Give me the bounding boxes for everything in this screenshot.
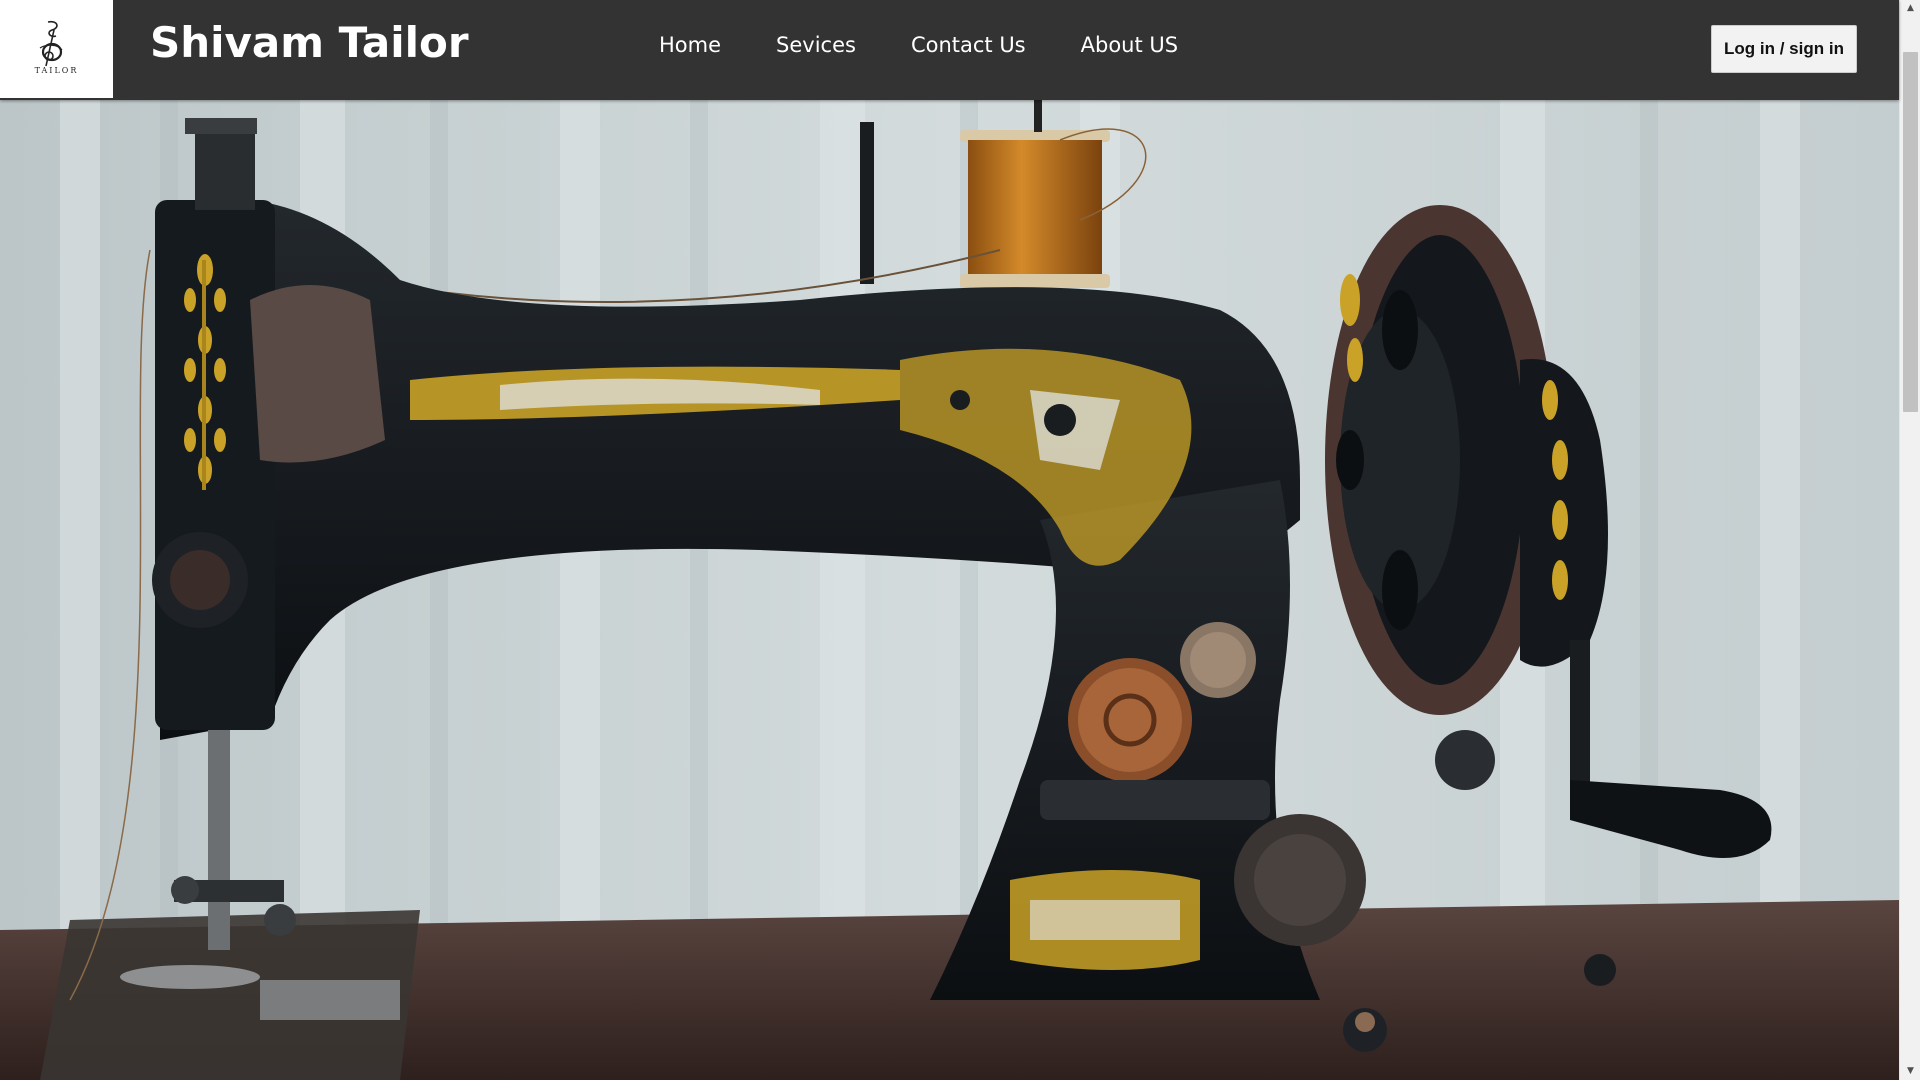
- logo-text: TAILOR: [34, 66, 79, 75]
- needle-logo-icon: [39, 20, 63, 67]
- site-title[interactable]: Shivam Tailor: [150, 18, 469, 67]
- nav-home-link[interactable]: Home: [659, 33, 721, 57]
- page: TAILOR Shivam Tailor Home Sevices Contac…: [0, 0, 1920, 1080]
- page-scrollbar[interactable]: ▲ ▼: [1899, 0, 1920, 1080]
- login-button[interactable]: Log in / sign in: [1711, 25, 1857, 73]
- logo[interactable]: TAILOR: [0, 0, 113, 98]
- triangle-down-icon[interactable]: ▼: [1900, 1063, 1920, 1080]
- scrollbar-thumb[interactable]: [1903, 52, 1918, 412]
- nav-about-link[interactable]: About US: [1081, 33, 1178, 57]
- sewing-machine-image: [0, 100, 1899, 1080]
- site-header: TAILOR Shivam Tailor Home Sevices Contac…: [0, 0, 1899, 100]
- triangle-up-icon[interactable]: ▲: [1900, 0, 1920, 17]
- nav-services-link[interactable]: Sevices: [776, 33, 856, 57]
- hero-banner: [0, 100, 1899, 1080]
- main-nav: Home Sevices Contact Us About US: [659, 33, 1233, 57]
- nav-contact-link[interactable]: Contact Us: [911, 33, 1026, 57]
